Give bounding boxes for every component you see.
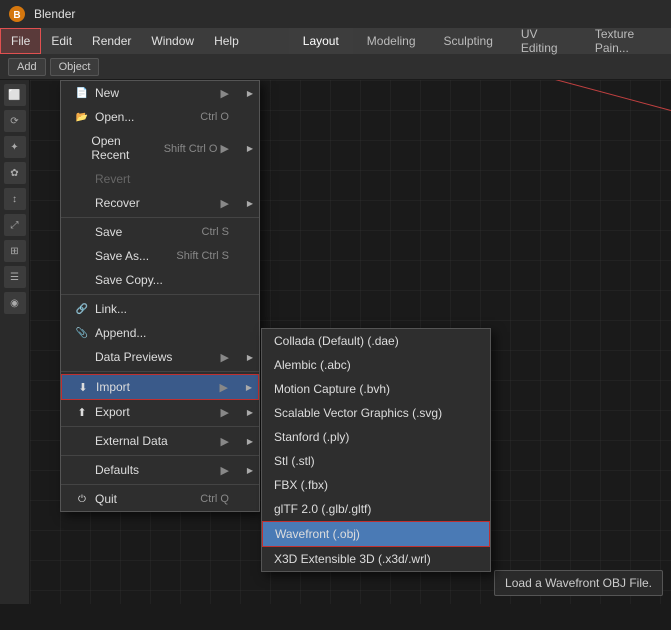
menu-file[interactable]: File (0, 28, 41, 54)
sidebar-icon-1[interactable]: ⬜ (4, 84, 26, 106)
file-menu-defaults[interactable]: Defaults ▶ (61, 458, 259, 482)
separator-3 (61, 371, 259, 372)
svg-text:B: B (13, 10, 20, 21)
sidebar-icon-2[interactable]: ⟳ (4, 110, 26, 132)
tab-sculpting[interactable]: Sculpting (430, 28, 507, 54)
tab-layout[interactable]: Layout (289, 28, 353, 54)
import-motion-capture[interactable]: Motion Capture (.bvh) (262, 377, 490, 401)
import-alembic[interactable]: Alembic (.abc) (262, 353, 490, 377)
menu-help[interactable]: Help (204, 28, 249, 54)
separator-4 (61, 426, 259, 427)
import-svg[interactable]: Scalable Vector Graphics (.svg) (262, 401, 490, 425)
import-submenu: Collada (Default) (.dae) Alembic (.abc) … (261, 328, 491, 572)
menu-bar: File Edit Render Window Help Layout Mode… (0, 28, 671, 54)
file-menu-open[interactable]: 📂 Open... Ctrl O (61, 105, 259, 129)
add-button[interactable]: Add (8, 58, 46, 76)
left-sidebar: ⬜ ⟳ ✦ ✿ ↕ ⤢ ⊞ ☰ ◉ (0, 80, 30, 604)
import-stanford[interactable]: Stanford (.ply) (262, 425, 490, 449)
sidebar-icon-5[interactable]: ↕ (4, 188, 26, 210)
toolbar: Add Object (0, 54, 671, 80)
tab-modeling[interactable]: Modeling (353, 28, 430, 54)
object-button[interactable]: Object (50, 58, 100, 76)
import-fbx[interactable]: FBX (.fbx) (262, 473, 490, 497)
menu-render[interactable]: Render (82, 28, 141, 54)
tooltip: Load a Wavefront OBJ File. (494, 570, 663, 596)
title-bar: B Blender (0, 0, 671, 28)
import-collada[interactable]: Collada (Default) (.dae) (262, 329, 490, 353)
file-menu-save-copy[interactable]: Save Copy... (61, 268, 259, 292)
file-menu-new[interactable]: 📄 New ▶ (61, 81, 259, 105)
separator-2 (61, 294, 259, 295)
menu-window[interactable]: Window (141, 28, 204, 54)
file-menu-data-previews[interactable]: Data Previews ▶ (61, 345, 259, 369)
main-area: ⬜ ⟳ ✦ ✿ ↕ ⤢ ⊞ ☰ ◉ 📄 New ▶ (0, 80, 671, 604)
open-icon: 📂 (75, 112, 89, 123)
import-gltf[interactable]: glTF 2.0 (.glb/.gltf) (262, 497, 490, 521)
file-menu-link[interactable]: 🔗 Link... (61, 297, 259, 321)
import-stl[interactable]: Stl (.stl) (262, 449, 490, 473)
tab-texture-paint[interactable]: Texture Pain... (581, 28, 671, 54)
sidebar-icon-3[interactable]: ✦ (4, 136, 26, 158)
file-menu-save-as[interactable]: Save As... Shift Ctrl S (61, 244, 259, 268)
sidebar-icon-6[interactable]: ⤢ (4, 214, 26, 236)
file-menu-external-data[interactable]: External Data ▶ (61, 429, 259, 453)
file-menu-export[interactable]: ⬆ Export ▶ (61, 400, 259, 424)
file-menu-revert: Revert (61, 167, 259, 191)
separator-6 (61, 484, 259, 485)
import-wavefront[interactable]: Wavefront (.obj) (262, 521, 490, 547)
separator-5 (61, 455, 259, 456)
file-menu-import[interactable]: ⬇ Import ▶ (61, 374, 259, 400)
sidebar-icon-8[interactable]: ☰ (4, 266, 26, 288)
separator-1 (61, 217, 259, 218)
sidebar-icon-9[interactable]: ◉ (4, 292, 26, 314)
file-menu-open-recent[interactable]: Open Recent Shift Ctrl O ▶ (61, 129, 259, 167)
file-menu-append[interactable]: 📎 Append... (61, 321, 259, 345)
file-menu-recover[interactable]: Recover ▶ (61, 191, 259, 215)
tab-uv-editing[interactable]: UV Editing (507, 28, 581, 54)
file-menu-save[interactable]: Save Ctrl S (61, 220, 259, 244)
file-menu-dropdown: 📄 New ▶ 📂 Open... Ctrl O (60, 80, 260, 512)
menu-edit[interactable]: Edit (41, 28, 82, 54)
import-x3d[interactable]: X3D Extensible 3D (.x3d/.wrl) (262, 547, 490, 571)
blender-logo-icon: B (8, 5, 26, 23)
app-title: Blender (34, 7, 75, 21)
viewport[interactable]: 📄 New ▶ 📂 Open... Ctrl O (30, 80, 671, 604)
new-icon: 📄 (75, 88, 89, 99)
sidebar-icon-7[interactable]: ⊞ (4, 240, 26, 262)
sidebar-icon-4[interactable]: ✿ (4, 162, 26, 184)
file-menu-quit[interactable]: ⏻ Quit Ctrl Q (61, 487, 259, 511)
